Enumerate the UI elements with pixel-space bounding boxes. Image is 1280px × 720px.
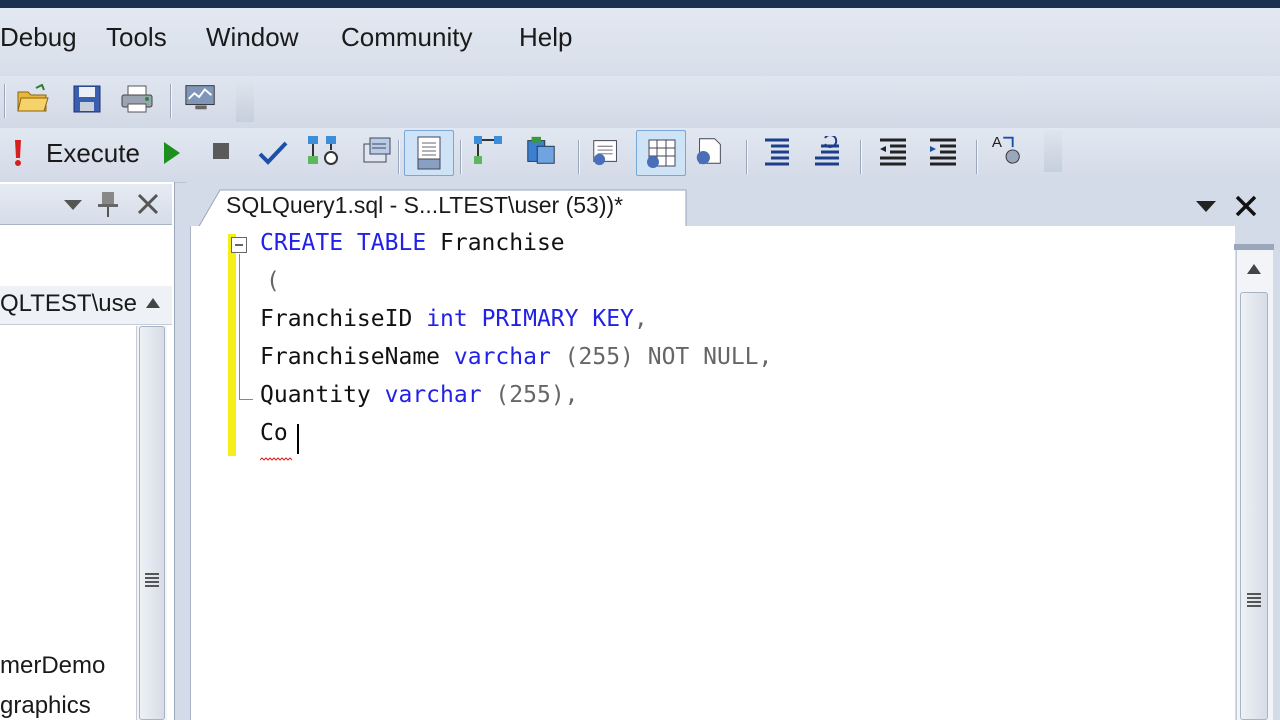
code-line-6: Co <box>260 420 288 446</box>
change-tracking-bar <box>228 234 236 456</box>
chevron-up-icon[interactable] <box>144 296 162 315</box>
toolbar-separator <box>578 140 580 174</box>
menu-debug[interactable]: Debug <box>0 22 77 53</box>
toolbar-overflow-grip-2[interactable] <box>1044 130 1062 172</box>
comment-out-icon[interactable] <box>760 134 794 168</box>
execute-button[interactable]: Execute <box>46 138 140 169</box>
activity-monitor-icon[interactable] <box>184 80 218 114</box>
scroll-grip-icon <box>145 573 159 587</box>
chevron-down-icon[interactable] <box>1194 198 1218 219</box>
code-line-4: FranchiseName varchar (255) NOT NULL, <box>260 344 772 370</box>
pin-icon[interactable] <box>96 190 120 223</box>
server-tree-node[interactable]: QLTEST\use <box>0 286 172 325</box>
estimated-plan-icon[interactable] <box>306 134 340 168</box>
code-line-2: ( <box>266 268 280 294</box>
menu-community[interactable]: Community <box>341 22 472 53</box>
play-icon[interactable] <box>154 136 188 170</box>
toolbar-overflow-grip[interactable] <box>236 80 254 122</box>
code-line-1: CREATE TABLE Franchise <box>260 230 565 256</box>
toolbar-separator <box>976 140 978 174</box>
code-punctuation: (255), <box>481 382 579 408</box>
code-punctuation: (255) NOT NULL, <box>550 344 773 370</box>
outline-line <box>239 254 240 400</box>
left-scrollbar-thumb[interactable] <box>139 326 165 720</box>
tree-item-database[interactable]: merDemo <box>0 652 105 680</box>
increase-indent-icon[interactable] <box>926 134 960 168</box>
editor-split-handle[interactable] <box>1234 244 1274 250</box>
open-folder-icon[interactable] <box>16 82 50 116</box>
close-icon[interactable] <box>1234 194 1258 223</box>
specify-values-icon[interactable]: A <box>990 132 1024 166</box>
code-keyword: int PRIMARY KEY <box>426 306 634 332</box>
results-to-text-alt-icon[interactable] <box>590 134 624 168</box>
svg-text:A: A <box>992 134 1003 151</box>
code-line-5: Quantity varchar (255), <box>260 382 579 408</box>
client-statistics-icon[interactable] <box>524 134 558 168</box>
outline-line-end <box>239 399 253 400</box>
scroll-grip-icon <box>1247 593 1261 607</box>
toolbar-separator <box>746 140 748 174</box>
include-plan-icon[interactable] <box>472 134 506 168</box>
query-options-icon[interactable] <box>360 134 394 168</box>
object-explorer-header <box>0 184 172 225</box>
standard-toolbar <box>0 76 1280 128</box>
code-keyword: varchar <box>384 382 482 408</box>
code-identifier: FranchiseID <box>260 306 413 332</box>
exclamation-icon[interactable] <box>6 136 30 170</box>
server-node-label: QLTEST\use <box>0 290 137 317</box>
code-identifier: Quantity <box>260 382 371 408</box>
results-to-file-icon[interactable] <box>692 134 726 168</box>
toolbar-separator <box>170 84 172 118</box>
code-line-3: FranchiseID int PRIMARY KEY, <box>260 306 648 332</box>
stop-icon[interactable] <box>204 134 238 168</box>
toolbar-separator <box>860 140 862 174</box>
toolbar-separator <box>460 140 462 174</box>
menu-bar: Debug Tools Window Community Help <box>0 0 1280 76</box>
results-to-text-icon[interactable] <box>404 130 454 176</box>
chevron-up-icon[interactable] <box>1245 262 1263 281</box>
code-punctuation: , <box>633 306 648 332</box>
code-keyword: varchar <box>453 344 551 370</box>
error-squiggle <box>259 448 294 461</box>
title-bar-strip <box>0 0 1280 8</box>
toolbar-separator <box>4 84 6 118</box>
checkmark-icon[interactable] <box>256 136 290 170</box>
menu-window[interactable]: Window <box>206 22 298 53</box>
menu-tools[interactable]: Tools <box>106 22 167 53</box>
menu-help[interactable]: Help <box>519 22 572 53</box>
code-keyword: CREATE TABLE <box>260 230 427 256</box>
collapse-icon[interactable] <box>231 237 247 253</box>
text-caret <box>297 424 299 454</box>
uncomment-icon[interactable] <box>810 134 844 168</box>
editor-scrollbar-thumb[interactable] <box>1240 292 1268 720</box>
code-identifier: Franchise <box>426 230 565 256</box>
results-to-grid-icon[interactable] <box>636 130 686 176</box>
toolbar-separator <box>398 140 400 174</box>
tree-item-database[interactable]: graphics <box>0 692 91 720</box>
chevron-down-icon[interactable] <box>62 196 84 217</box>
sql-editor[interactable] <box>190 226 1235 720</box>
save-icon[interactable] <box>70 82 104 116</box>
code-identifier: FranchiseName <box>260 344 441 370</box>
print-icon[interactable] <box>120 82 154 116</box>
document-tab-title: SQLQuery1.sql - S...LTEST\user (53))* <box>226 192 624 218</box>
decrease-indent-icon[interactable] <box>876 134 910 168</box>
close-icon[interactable] <box>136 192 160 221</box>
